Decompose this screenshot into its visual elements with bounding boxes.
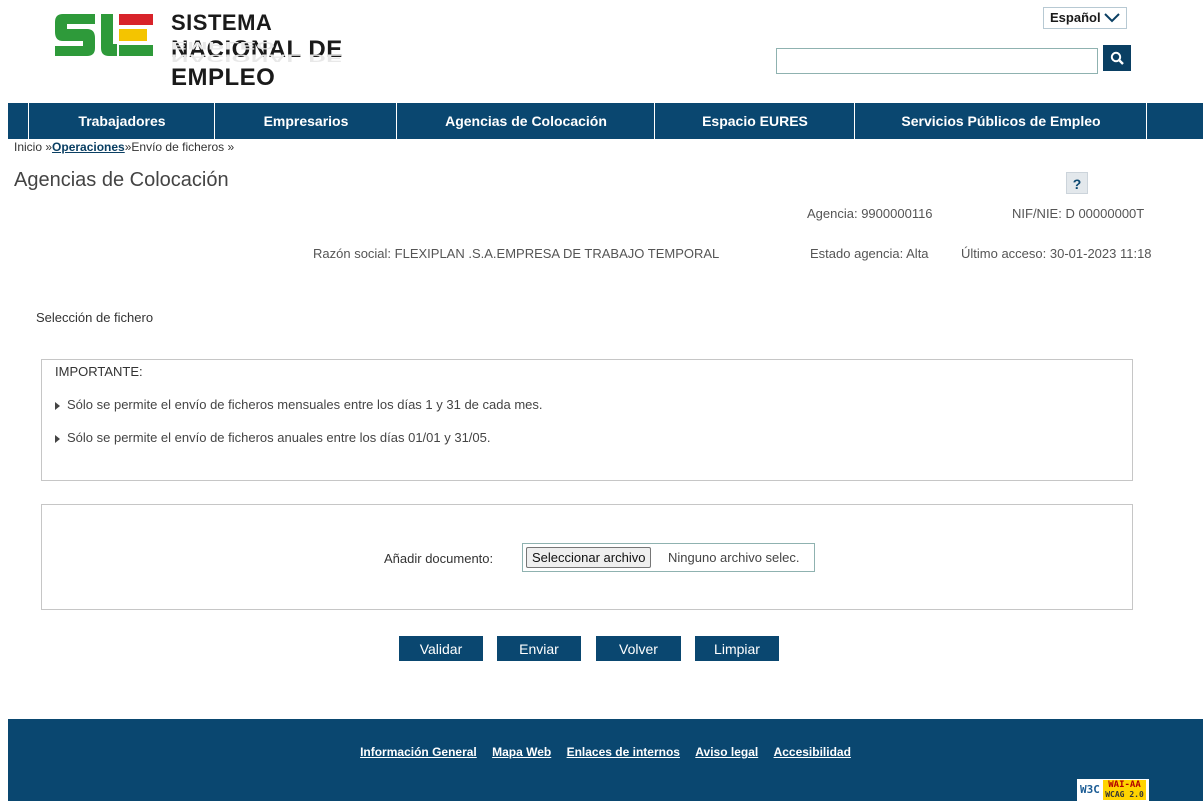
footer-link-accesibilidad[interactable]: Accesibilidad (774, 745, 851, 759)
important-notice: IMPORTANTE: Sólo se permite el envío de … (41, 359, 1133, 481)
breadcrumb-home[interactable]: Inicio » (14, 140, 52, 154)
nav-item-eures[interactable]: Espacio EURES (654, 103, 855, 139)
important-item: Sólo se permite el envío de ficheros men… (55, 397, 542, 412)
send-button[interactable]: Enviar (497, 636, 581, 661)
chevron-down-icon (1104, 13, 1120, 23)
language-select[interactable]: Español (1043, 7, 1127, 29)
bullet-arrow-icon (55, 434, 60, 443)
nav-item-agencias[interactable]: Agencias de Colocación (396, 103, 655, 139)
footer-link-aviso-legal[interactable]: Aviso legal (695, 745, 758, 759)
wai-label: WAI-AA WCAG 2.0 (1103, 780, 1146, 800)
footer-link-mapa-web[interactable]: Mapa Web (492, 745, 551, 759)
breadcrumb-operaciones[interactable]: Operaciones (52, 140, 125, 154)
file-status: Ninguno archivo selec. (668, 550, 800, 565)
logo-reflection: NACIONAL DE EMPLEO (171, 39, 343, 64)
agency-razon-social: Razón social: FLEXIPLAN .S.A.EMPRESA DE … (313, 246, 720, 261)
upload-label: Añadir documento: (384, 551, 494, 566)
help-button[interactable]: ? (1066, 172, 1088, 194)
important-title: IMPORTANTE: (55, 364, 143, 379)
important-item-text: Sólo se permite el envío de ficheros anu… (67, 430, 491, 445)
clear-button[interactable]: Limpiar (695, 636, 779, 661)
footer-link-enlaces-internos[interactable]: Enlaces de internos (567, 745, 680, 759)
nav-item-spacer (1146, 103, 1203, 139)
bullet-arrow-icon (55, 401, 60, 410)
breadcrumb-current: »Envío de ficheros » (124, 140, 235, 154)
select-file-button[interactable]: Seleccionar archivo (526, 547, 652, 568)
search-button[interactable] (1103, 45, 1131, 71)
search-icon (1110, 51, 1124, 65)
back-button[interactable]: Volver (596, 636, 681, 661)
nav-item-servicios-publicos[interactable]: Servicios Públicos de Empleo (854, 103, 1147, 139)
validate-button[interactable]: Validar (399, 636, 483, 661)
footer: Información General Mapa Web Enlaces de … (8, 719, 1203, 801)
wcag-version: WCAG 2.0 (1105, 790, 1144, 799)
wai-aa-badge[interactable]: W3C WAI-AA WCAG 2.0 (1077, 779, 1149, 801)
agency-id: Agencia: 9900000116 (807, 206, 933, 221)
important-item: Sólo se permite el envío de ficheros anu… (55, 430, 490, 445)
main-nav: Trabajadores Empresarios Agencias de Col… (8, 103, 1203, 139)
section-label: Selección de fichero (36, 310, 154, 325)
nav-item-trabajadores[interactable]: Trabajadores (28, 103, 215, 139)
wai-level: WAI-AA (1108, 780, 1141, 790)
agency-status: Estado agencia: Alta (810, 246, 929, 261)
upload-panel: Añadir documento: Seleccionar archivo Ni… (41, 504, 1133, 610)
w3c-logo: W3C (1080, 783, 1100, 796)
footer-links: Información General Mapa Web Enlaces de … (8, 745, 1203, 759)
sne-logo-mark (55, 14, 153, 56)
breadcrumb: Inicio »Operaciones»Envío de ficheros » (14, 140, 234, 154)
language-selected: Español (1050, 10, 1101, 25)
page-title: Agencias de Colocación (14, 169, 229, 191)
agency-last-access: Último acceso: 30-01-2023 11:18 (961, 246, 1152, 261)
search-input[interactable] (776, 48, 1098, 74)
footer-link-informacion-general[interactable]: Información General (360, 745, 477, 759)
nav-item-empresarios[interactable]: Empresarios (214, 103, 397, 139)
important-item-text: Sólo se permite el envío de ficheros men… (67, 397, 543, 412)
logo-text-line1: SISTEMA (171, 10, 273, 35)
file-input[interactable]: Seleccionar archivo Ninguno archivo sele… (522, 543, 815, 572)
agency-nif: NIF/NIE: D 00000000T (1012, 206, 1145, 221)
site-logo[interactable]: SISTEMA NACIONAL DE EMPLEO NACIONAL DE E… (55, 8, 415, 91)
